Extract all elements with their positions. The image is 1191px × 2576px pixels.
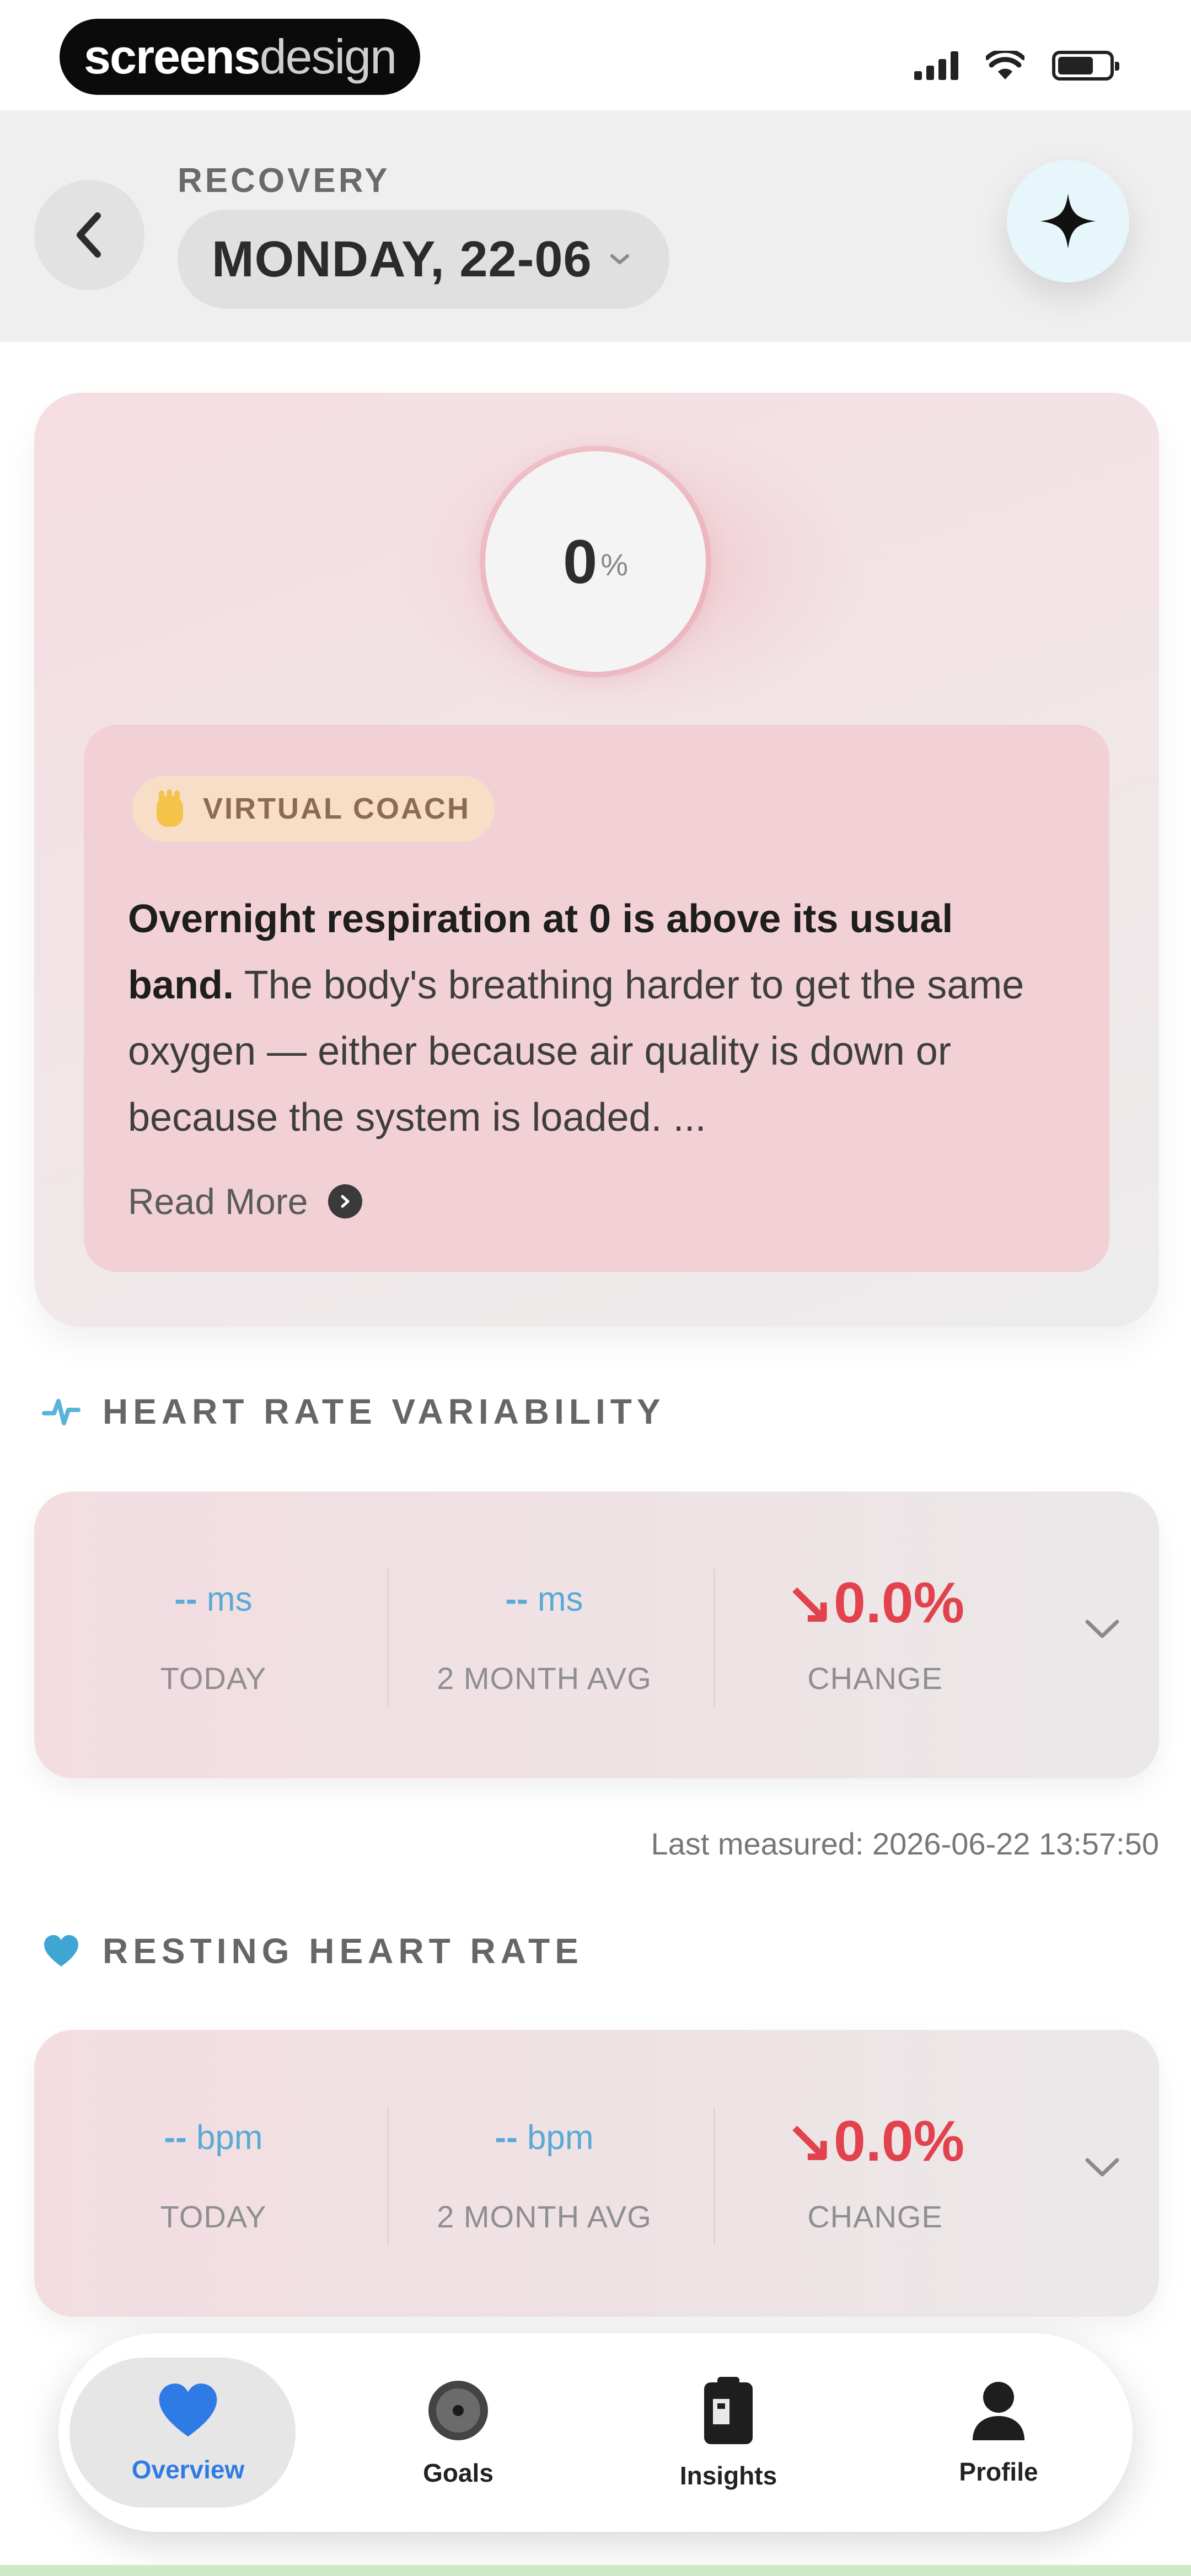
rhr-change: ↘0.0% CHANGE [712, 2030, 1038, 2317]
nav-profile-label: Profile [959, 2457, 1038, 2486]
nav-insights[interactable]: Insights [599, 2333, 858, 2532]
coach-message: Overnight respiration at 0 is above its … [128, 886, 1065, 1151]
wifi-icon [986, 51, 1024, 79]
rhr-change-label: CHANGE [807, 2199, 943, 2234]
chevron-down-icon[interactable] [1083, 2156, 1122, 2180]
hrv-card[interactable]: -- ms TODAY -- ms 2 MONTH AVG ↘0.0% CHAN… [34, 1492, 1159, 1778]
hrv-change: ↘0.0% CHANGE [712, 1492, 1038, 1778]
rhr-title: RESTING HEART RATE [103, 1931, 583, 1971]
recovery-score: 0% [485, 451, 706, 672]
virtual-coach-badge: VIRTUAL COACH [132, 776, 495, 842]
nav-profile[interactable]: Profile [869, 2333, 1128, 2532]
nav-overview-label: Overview [131, 2455, 245, 2484]
chevron-left-icon [77, 212, 101, 258]
nav-goals-label: Goals [423, 2459, 493, 2487]
hrv-today-unit: ms [197, 1580, 253, 1618]
hrv-today-number: -- [174, 1580, 197, 1618]
battery-icon [1052, 51, 1119, 81]
date-text: MONDAY, 22-06 [212, 231, 592, 287]
signal-icon [914, 51, 958, 80]
watermark-light: design [259, 29, 397, 84]
read-more-link[interactable]: Read More [128, 1180, 362, 1222]
nav-goals[interactable]: Goals [329, 2333, 588, 2532]
coach-body: The body's breathing harder to get the s… [128, 963, 1024, 1140]
recovery-score-card: 0% VIRTUAL COACH Overnight respiration a… [34, 393, 1159, 1327]
section-label: RECOVERY [178, 162, 390, 200]
hrv-change-value: ↘0.0% [785, 1571, 965, 1635]
score-value: 0 [562, 527, 598, 596]
heart-icon [159, 2383, 217, 2437]
badge-text: VIRTUAL COACH [203, 792, 471, 825]
back-button[interactable] [34, 180, 144, 290]
rhr-avg-label: 2 MONTH AVG [437, 2199, 652, 2234]
arrow-right-icon [328, 1184, 362, 1218]
hrv-avg: -- ms 2 MONTH AVG [382, 1492, 707, 1778]
rhr-avg-unit: bpm [517, 2119, 594, 2157]
read-more-label: Read More [128, 1181, 308, 1222]
bottom-edge [0, 2565, 1191, 2576]
chevron-down-icon [610, 254, 629, 264]
rhr-today-number: -- [164, 2119, 187, 2157]
hrv-today: -- ms TODAY [51, 1492, 376, 1778]
rhr-today-label: TODAY [160, 2199, 267, 2234]
target-icon [428, 2381, 488, 2440]
clipboard-icon [704, 2377, 753, 2444]
hrv-avg-unit: ms [528, 1580, 583, 1618]
ai-assistant-button[interactable] [1007, 160, 1129, 282]
hrv-last-measured: Last measured: 2026-06-22 13:57:50 [651, 1826, 1159, 1861]
watermark-bold: screens [84, 29, 261, 84]
rhr-section-title: RESTING HEART RATE [42, 1931, 583, 1971]
rhr-change-value: ↘0.0% [785, 2109, 965, 2173]
hrv-title: HEART RATE VARIABILITY [103, 1392, 666, 1431]
hrv-change-label: CHANGE [807, 1661, 943, 1696]
rhr-today-unit: bpm [186, 2119, 263, 2157]
hrv-avg-number: -- [505, 1580, 528, 1618]
rhr-avg-value: -- bpm [382, 2118, 707, 2157]
hrv-today-value: -- ms [51, 1580, 376, 1619]
pulse-icon [42, 1399, 81, 1425]
heart-icon [44, 1935, 78, 1966]
virtual-coach-card: VIRTUAL COACH Overnight respiration at 0… [84, 725, 1109, 1272]
nav-insights-label: Insights [679, 2461, 777, 2490]
header: RECOVERY MONDAY, 22-06 [0, 110, 1191, 342]
chevron-down-icon[interactable] [1083, 1617, 1122, 1642]
hrv-avg-label: 2 MONTH AVG [437, 1661, 652, 1696]
rhr-today-value: -- bpm [51, 2118, 376, 2157]
hrv-today-label: TODAY [160, 1661, 267, 1696]
hrv-avg-value: -- ms [382, 1580, 707, 1619]
sparkle-icon [1040, 194, 1096, 249]
status-bar: screens design [0, 0, 1191, 110]
rhr-card[interactable]: -- bpm TODAY -- bpm 2 MONTH AVG ↘0.0% CH… [34, 2030, 1159, 2317]
nav-overview[interactable]: Overview [58, 2333, 318, 2532]
recovery-screen: screens design RECOVERY MONDAY, 22-06 0 … [0, 0, 1191, 2576]
hrv-section-title: HEART RATE VARIABILITY [42, 1391, 666, 1432]
hand-icon [157, 789, 183, 827]
rhr-today: -- bpm TODAY [51, 2030, 376, 2317]
rhr-avg: -- bpm 2 MONTH AVG [382, 2030, 707, 2317]
score-unit: % [600, 547, 629, 582]
person-icon [973, 2382, 1024, 2440]
status-icons [914, 51, 1119, 81]
watermark-logo: screens design [60, 19, 421, 95]
rhr-avg-number: -- [495, 2119, 518, 2157]
date-selector[interactable]: MONDAY, 22-06 [178, 210, 669, 309]
bottom-nav: Overview Goals Insights Profile [58, 2333, 1133, 2532]
